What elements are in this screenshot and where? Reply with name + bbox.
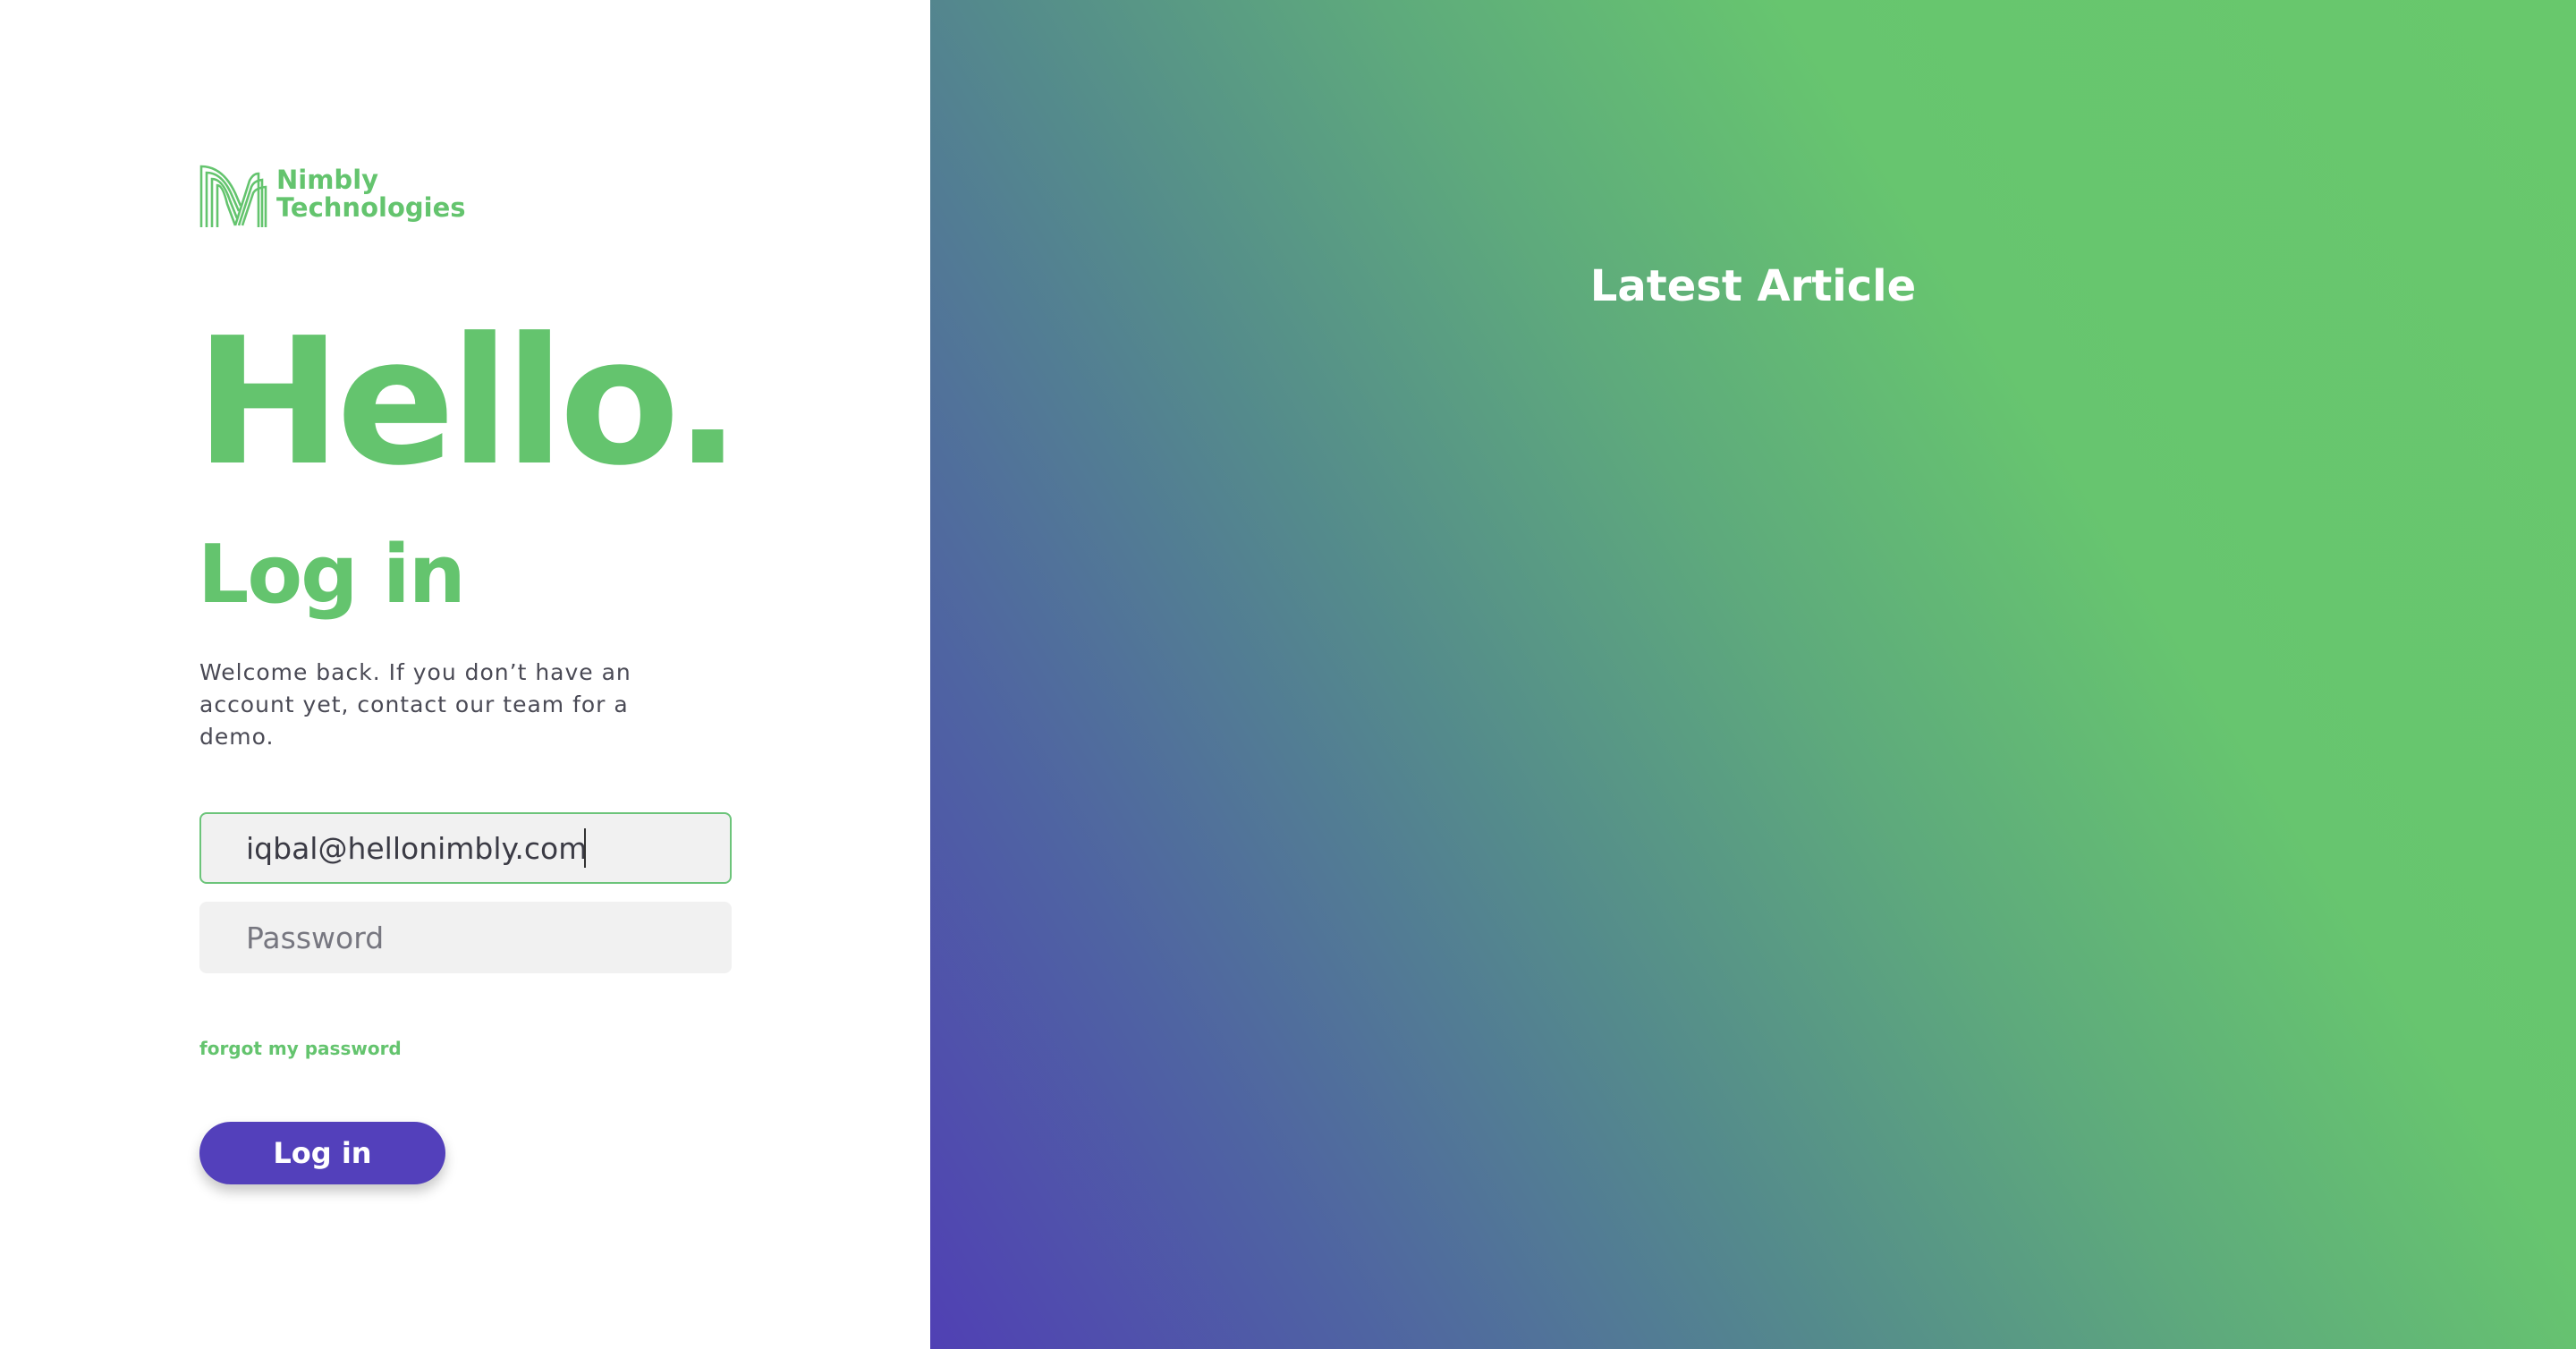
greeting-heading: Hello. — [195, 301, 741, 505]
article-panel: Latest Article — [930, 0, 2576, 1349]
latest-article-heading: Latest Article — [1589, 261, 1917, 311]
login-heading: Log in — [198, 528, 466, 622]
email-field[interactable] — [199, 812, 732, 884]
login-page: Nimbly Technologies Hello. Log in Welcom… — [0, 0, 2576, 1349]
brand-name: Nimbly Technologies — [276, 166, 466, 222]
forgot-password-link[interactable]: forgot my password — [199, 1038, 402, 1059]
brand-name-line1: Nimbly — [276, 165, 379, 195]
login-panel: Nimbly Technologies Hello. Log in Welcom… — [0, 0, 930, 1349]
welcome-text: Welcome back. If you don’t have an accou… — [199, 659, 631, 750]
brand-name-line2: Technologies — [276, 192, 466, 223]
password-field[interactable] — [199, 902, 732, 973]
brand-logo: Nimbly Technologies — [199, 163, 466, 227]
nimbly-logo-icon — [199, 165, 267, 227]
login-button[interactable]: Log in — [199, 1122, 445, 1184]
text-caret — [584, 828, 586, 868]
